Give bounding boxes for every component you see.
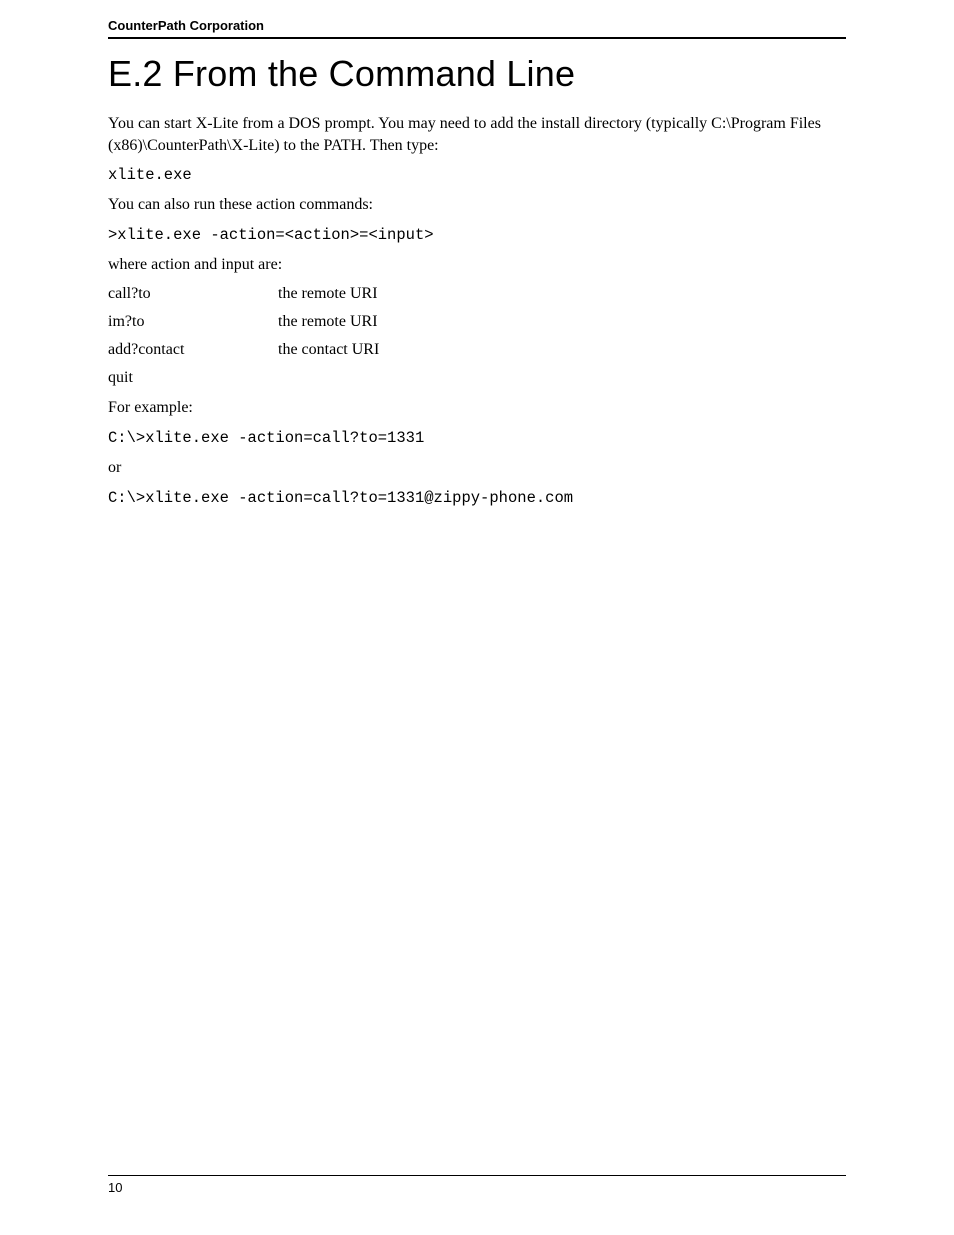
intro-paragraph: You can start X-Lite from a DOS prompt. … xyxy=(108,113,846,156)
command-action-syntax: >xlite.exe -action=<action>=<input> xyxy=(108,226,846,244)
page-header: CounterPath Corporation xyxy=(108,18,846,39)
action-name: call?to xyxy=(108,285,278,303)
page: CounterPath Corporation E.2 From the Com… xyxy=(0,0,954,1235)
example-command-2: C:\>xlite.exe -action=call?to=1331@zippy… xyxy=(108,489,846,507)
actions-table: call?to the remote URI im?to the remote … xyxy=(108,285,846,387)
page-number: 10 xyxy=(108,1180,122,1195)
action-name: add?contact xyxy=(108,341,278,359)
example-command-1: C:\>xlite.exe -action=call?to=1331 xyxy=(108,429,846,447)
page-footer: 10 xyxy=(108,1175,846,1195)
action-name: im?to xyxy=(108,313,278,331)
action-row: call?to the remote URI xyxy=(108,285,846,303)
action-row: quit xyxy=(108,369,846,387)
header-company: CounterPath Corporation xyxy=(108,18,264,33)
action-input: the contact URI xyxy=(278,341,379,359)
action-name: quit xyxy=(108,369,278,387)
command-xlite: xlite.exe xyxy=(108,166,846,184)
where-text: where action and input are: xyxy=(108,254,846,276)
section-title: E.2 From the Command Line xyxy=(108,53,846,95)
action-input: the remote URI xyxy=(278,313,378,331)
also-run-paragraph: You can also run these action commands: xyxy=(108,194,846,216)
action-row: im?to the remote URI xyxy=(108,313,846,331)
action-row: add?contact the contact URI xyxy=(108,341,846,359)
or-text: or xyxy=(108,457,846,479)
action-input: the remote URI xyxy=(278,285,378,303)
for-example-text: For example: xyxy=(108,397,846,419)
